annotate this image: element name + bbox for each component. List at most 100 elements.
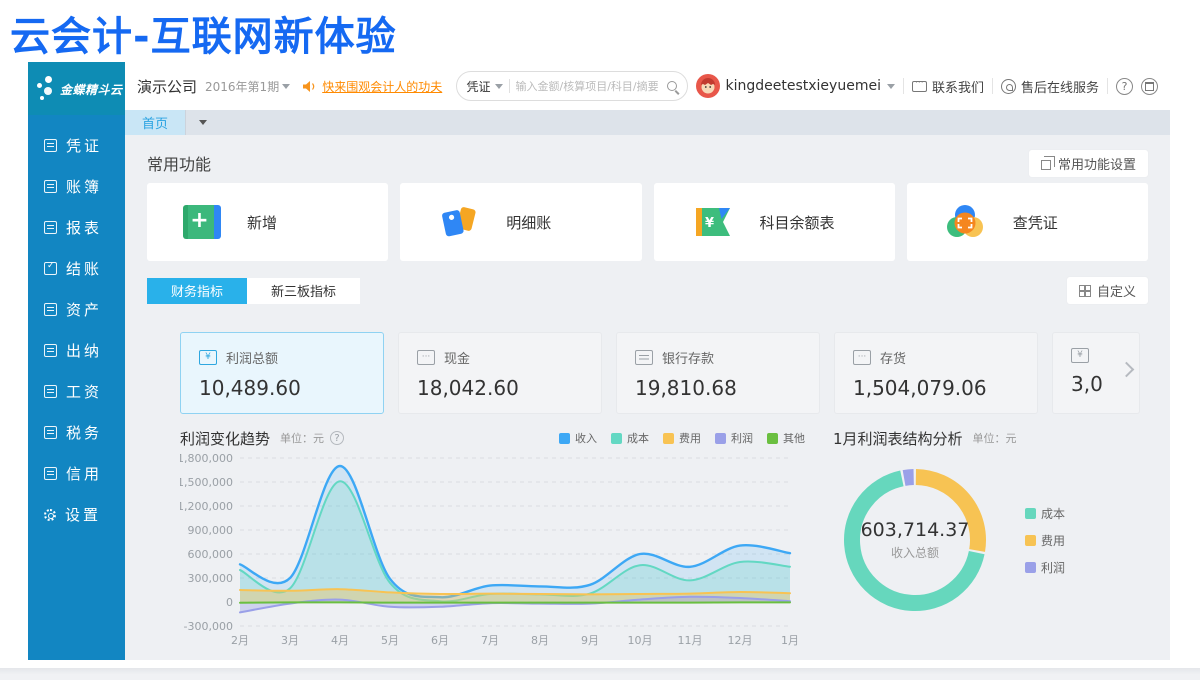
svg-text:12月: 12月: [728, 634, 753, 647]
search-icon[interactable]: [667, 81, 677, 91]
page-title: 云会计-互联网新体验: [10, 4, 397, 62]
legend-profit[interactable]: 利润: [715, 430, 753, 446]
legend-income[interactable]: 收入: [559, 430, 597, 446]
sidebar-item-label: 税务: [66, 422, 102, 443]
plus-icon: [183, 205, 221, 239]
legend-expense[interactable]: 费用: [1025, 532, 1065, 549]
app-window: 金蝶精斗云 凭证 账簿 报表 结账: [28, 62, 1170, 660]
legend-label: 利润: [731, 430, 753, 446]
after-sales-service-button[interactable]: 售后在线服务: [1001, 77, 1099, 96]
legend-label: 成本: [1041, 505, 1065, 522]
func-label: 查凭证: [1013, 212, 1058, 233]
contact-label: 联系我们: [932, 77, 984, 96]
copy-icon: [1041, 160, 1051, 170]
inventory-icon: [853, 350, 871, 365]
detail-ledger-button[interactable]: 明细账: [400, 183, 641, 261]
help-icon[interactable]: [330, 431, 344, 445]
sidebar-item-closing[interactable]: 结账: [28, 248, 125, 289]
tab-financial-indicators[interactable]: 财务指标: [147, 278, 247, 304]
legend-expense[interactable]: 费用: [663, 430, 701, 446]
sidebar-item-settings[interactable]: 设置: [28, 494, 125, 535]
sidebar-item-ledger[interactable]: 账簿: [28, 166, 125, 207]
period-selector[interactable]: 2016年第1期: [205, 78, 290, 95]
charts: 利润变化趋势 单位：元 收入 成本: [180, 426, 1148, 652]
page: 云会计-互联网新体验 金蝶精斗云 凭证 账簿 报表: [0, 0, 1200, 680]
report-icon: [44, 221, 57, 234]
gift-button[interactable]: [1141, 78, 1158, 95]
stat-card-bank-deposit[interactable]: 银行存款 19,810.68: [616, 332, 820, 414]
stat-value: 18,042.60: [417, 376, 583, 400]
tab-bar: 首页: [125, 110, 1170, 135]
stat-card-inventory[interactable]: 存货 1,504,079.06: [834, 332, 1038, 414]
stat-value: 10,489.60: [199, 376, 365, 400]
tab-neeq-indicators[interactable]: 新三板指标: [247, 278, 360, 304]
legend-swatch: [559, 433, 570, 444]
stat-card-cash[interactable]: 现金 18,042.60: [398, 332, 602, 414]
sidebar-item-tax[interactable]: 税务: [28, 412, 125, 453]
svg-text:2月: 2月: [231, 634, 249, 647]
tab-dropdown[interactable]: [185, 110, 219, 135]
sidebar: 金蝶精斗云 凭证 账簿 报表 结账: [28, 62, 125, 660]
divider: [509, 79, 510, 93]
legend-label: 费用: [1041, 532, 1065, 549]
payroll-icon: [44, 385, 57, 398]
svg-text:1,200,000: 1,200,000: [180, 500, 233, 513]
sidebar-item-voucher[interactable]: 凭证: [28, 125, 125, 166]
brand-logo[interactable]: 金蝶精斗云: [28, 62, 125, 115]
sidebar-item-cashier[interactable]: 出纳: [28, 330, 125, 371]
svg-text:0: 0: [226, 596, 233, 609]
stat-label: 存货: [880, 348, 906, 367]
quick-functions-title: 常用功能: [147, 151, 211, 175]
legend-profit[interactable]: 利润: [1025, 559, 1065, 576]
customize-button[interactable]: 自定义: [1067, 277, 1148, 304]
legend-swatch: [715, 433, 726, 444]
period-label: 2016年第1期: [205, 78, 279, 95]
find-voucher-button[interactable]: 查凭证: [907, 183, 1148, 261]
legend-cost[interactable]: 成本: [611, 430, 649, 446]
svg-text:7月: 7月: [481, 634, 499, 647]
help-button[interactable]: [1116, 78, 1133, 95]
quick-functions-settings-button[interactable]: 常用功能设置: [1029, 150, 1148, 177]
assets-icon: [44, 303, 57, 316]
closing-check-icon: [44, 262, 57, 275]
legend-cost[interactable]: 成本: [1025, 505, 1065, 522]
donut-chart-title: 1月利润表结构分析: [833, 428, 963, 449]
stat-card-profit[interactable]: 利润总额 10,489.60: [180, 332, 384, 414]
new-voucher-button[interactable]: 新增: [147, 183, 388, 261]
svg-text:11月: 11月: [678, 634, 703, 647]
stat-value: 3,0: [1071, 372, 1139, 396]
main-area: 演示公司 2016年第1期 快来围观会计人的功夫 凭证: [125, 62, 1170, 660]
svg-text:¥: ¥: [705, 216, 714, 231]
sidebar-item-label: 资产: [66, 299, 102, 320]
legend-other[interactable]: 其他: [767, 430, 805, 446]
svg-text:6月: 6月: [431, 634, 449, 647]
tab-home[interactable]: 首页: [125, 110, 185, 135]
sidebar-item-report[interactable]: 报表: [28, 207, 125, 248]
legend-swatch: [611, 433, 622, 444]
func-label: 科目余额表: [760, 212, 835, 233]
svg-text:300,000: 300,000: [188, 572, 234, 585]
search-category-dropdown[interactable]: 凭证: [467, 78, 503, 95]
legend-label: 成本: [627, 430, 649, 446]
account-balance-button[interactable]: ¥ 科目余额表: [654, 183, 895, 261]
stat-cards: 利润总额 10,489.60 现金 18,042.60: [180, 332, 1148, 414]
trend-unit-label: 单位：元: [280, 430, 324, 446]
legend-label: 收入: [575, 430, 597, 446]
voucher-icon: [44, 139, 57, 152]
svg-text:10月: 10月: [628, 634, 653, 647]
sidebar-item-credit[interactable]: 信用: [28, 453, 125, 494]
company-name[interactable]: 演示公司: [137, 76, 197, 97]
search-input[interactable]: [516, 80, 661, 93]
user-menu[interactable]: kingdeetestxieyuemei: [696, 74, 895, 98]
bank-card-icon: [635, 350, 653, 365]
contact-us-button[interactable]: 联系我们: [912, 77, 984, 96]
sidebar-item-payroll[interactable]: 工资: [28, 371, 125, 412]
sidebar-item-assets[interactable]: 资产: [28, 289, 125, 330]
topbar: 演示公司 2016年第1期 快来围观会计人的功夫 凭证: [125, 62, 1170, 110]
legend-swatch: [1025, 562, 1036, 573]
logo-text: 金蝶精斗云: [60, 81, 123, 98]
announcement-link[interactable]: 快来围观会计人的功夫: [322, 78, 442, 95]
legend-swatch: [767, 433, 778, 444]
sidebar-item-label: 工资: [66, 381, 102, 402]
divider: [1107, 78, 1108, 94]
